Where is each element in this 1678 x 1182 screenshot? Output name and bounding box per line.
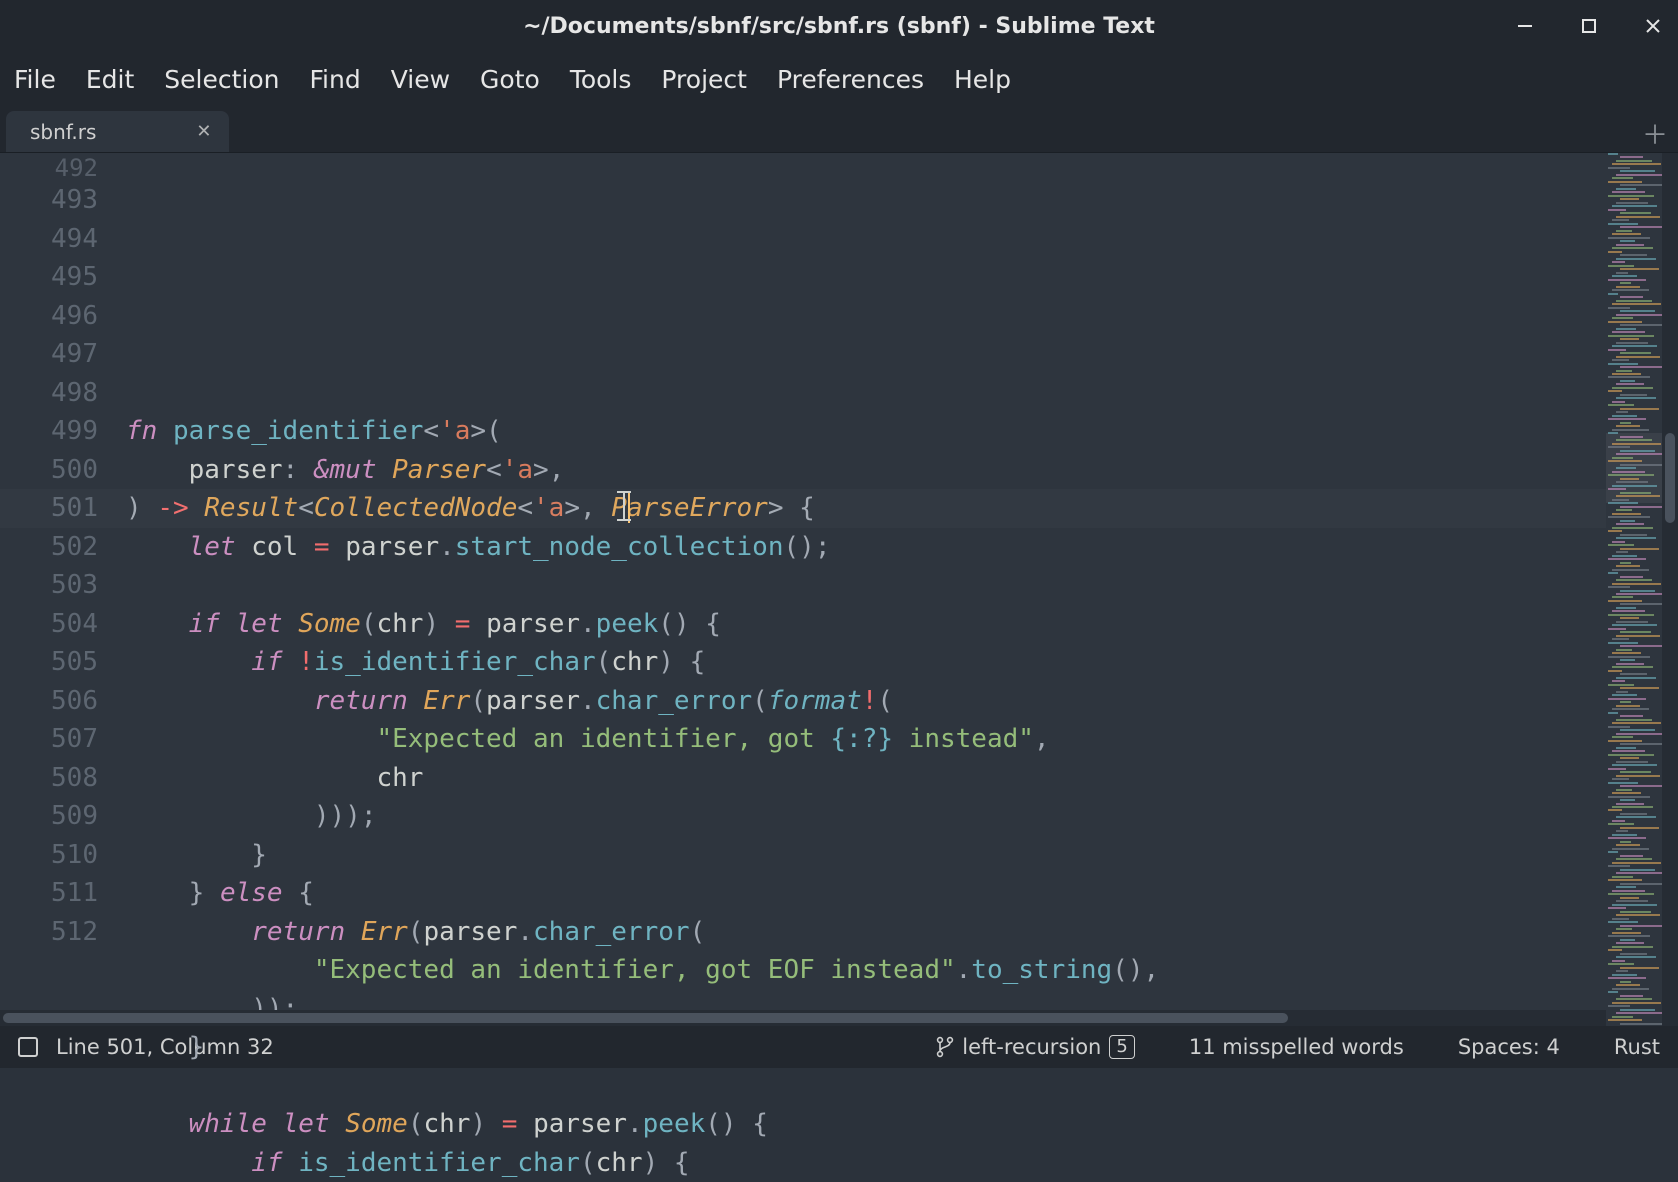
tab-sbnf-rs[interactable]: sbnf.rs ✕ bbox=[6, 111, 229, 152]
line-number-gutter[interactable]: 492 493 494 495 496 497 498 499 500 501 … bbox=[0, 153, 126, 1026]
code-view[interactable]: fn parse_identifier<'a>( parser: &mut Pa… bbox=[126, 153, 1606, 1026]
line-number: 497 bbox=[0, 335, 98, 374]
tab-label: sbnf.rs bbox=[30, 120, 96, 144]
menu-file[interactable]: File bbox=[14, 65, 56, 94]
line-number: 501 bbox=[0, 489, 98, 528]
code-line: while let Some(chr) = parser.peek() { bbox=[126, 1105, 1606, 1144]
code-line: } bbox=[126, 836, 1606, 875]
vertical-scrollbar[interactable] bbox=[1662, 153, 1678, 1026]
text-caret bbox=[628, 491, 630, 523]
code-line: "Expected an identifier, got {:?} instea… bbox=[126, 720, 1606, 759]
close-icon[interactable]: ✕ bbox=[196, 121, 211, 142]
title-bar: ~/Documents/sbnf/src/sbnf.rs (sbnf) - Su… bbox=[0, 0, 1678, 52]
code-line: } else { bbox=[126, 874, 1606, 913]
menu-preferences[interactable]: Preferences bbox=[777, 65, 924, 94]
line-number: 509 bbox=[0, 797, 98, 836]
tab-bar: sbnf.rs ✕ ＋ bbox=[0, 107, 1678, 153]
minimize-button[interactable] bbox=[1512, 13, 1538, 39]
line-number: 502 bbox=[0, 528, 98, 567]
line-number: 506 bbox=[0, 682, 98, 721]
code-line: "Expected an identifier, got EOF instead… bbox=[126, 951, 1606, 990]
line-number: 499 bbox=[0, 412, 98, 451]
line-number: 512 bbox=[0, 913, 98, 952]
window-controls bbox=[1512, 0, 1666, 52]
code-line: fn parse_identifier<'a>( bbox=[126, 412, 1606, 451]
menu-bar: File Edit Selection Find View Goto Tools… bbox=[0, 52, 1678, 107]
line-number: 495 bbox=[0, 258, 98, 297]
code-line: } bbox=[126, 1028, 1606, 1067]
minimap[interactable] bbox=[1606, 153, 1662, 1026]
code-line: return Err(parser.char_error( bbox=[126, 913, 1606, 952]
line-number: 511 bbox=[0, 874, 98, 913]
line-number: 510 bbox=[0, 836, 98, 875]
menu-view[interactable]: View bbox=[391, 65, 450, 94]
line-number: 498 bbox=[0, 374, 98, 413]
menu-tools[interactable]: Tools bbox=[570, 65, 632, 94]
code-line: return Err(parser.char_error(format!( bbox=[126, 682, 1606, 721]
menu-help[interactable]: Help bbox=[954, 65, 1011, 94]
code-line bbox=[126, 566, 1606, 605]
code-line: ))); bbox=[126, 797, 1606, 836]
code-line: let col = parser.start_node_collection()… bbox=[126, 528, 1606, 567]
line-number: 494 bbox=[0, 220, 98, 259]
line-number: 504 bbox=[0, 605, 98, 644]
line-number: 503 bbox=[0, 566, 98, 605]
code-line: if is_identifier_char(chr) { bbox=[126, 1144, 1606, 1182]
syntax-selector[interactable]: Rust bbox=[1614, 1035, 1660, 1059]
editor-area: 492 493 494 495 496 497 498 499 500 501 … bbox=[0, 153, 1678, 1026]
code-line: ) -> Result<CollectedNode<'a>, ParseErro… bbox=[126, 489, 1606, 528]
menu-edit[interactable]: Edit bbox=[86, 65, 134, 94]
code-line: if !is_identifier_char(chr) { bbox=[126, 643, 1606, 682]
window-title: ~/Documents/sbnf/src/sbnf.rs (sbnf) - Su… bbox=[523, 14, 1155, 39]
menu-goto[interactable]: Goto bbox=[480, 65, 540, 94]
line-number: 507 bbox=[0, 720, 98, 759]
panel-toggle-icon[interactable] bbox=[18, 1037, 38, 1057]
line-number: 493 bbox=[0, 181, 98, 220]
close-button[interactable] bbox=[1640, 13, 1666, 39]
menu-project[interactable]: Project bbox=[661, 65, 747, 94]
line-number: 492 bbox=[0, 155, 98, 181]
menu-find[interactable]: Find bbox=[309, 65, 360, 94]
new-tab-button[interactable]: ＋ bbox=[1642, 115, 1668, 152]
code-line: chr bbox=[126, 759, 1606, 798]
menu-selection[interactable]: Selection bbox=[164, 65, 279, 94]
line-number: 500 bbox=[0, 451, 98, 490]
maximize-button[interactable] bbox=[1576, 13, 1602, 39]
horizontal-scrollbar[interactable] bbox=[0, 1010, 1606, 1026]
line-number: 496 bbox=[0, 297, 98, 336]
code-line: parser: &mut Parser<'a>, bbox=[126, 451, 1606, 490]
code-line bbox=[126, 386, 1606, 412]
code-line bbox=[126, 1067, 1606, 1106]
scrollbar-thumb[interactable] bbox=[3, 1013, 1288, 1023]
line-number: 508 bbox=[0, 759, 98, 798]
code-line: if let Some(chr) = parser.peek() { bbox=[126, 605, 1606, 644]
line-number: 505 bbox=[0, 643, 98, 682]
scrollbar-thumb[interactable] bbox=[1665, 433, 1675, 523]
